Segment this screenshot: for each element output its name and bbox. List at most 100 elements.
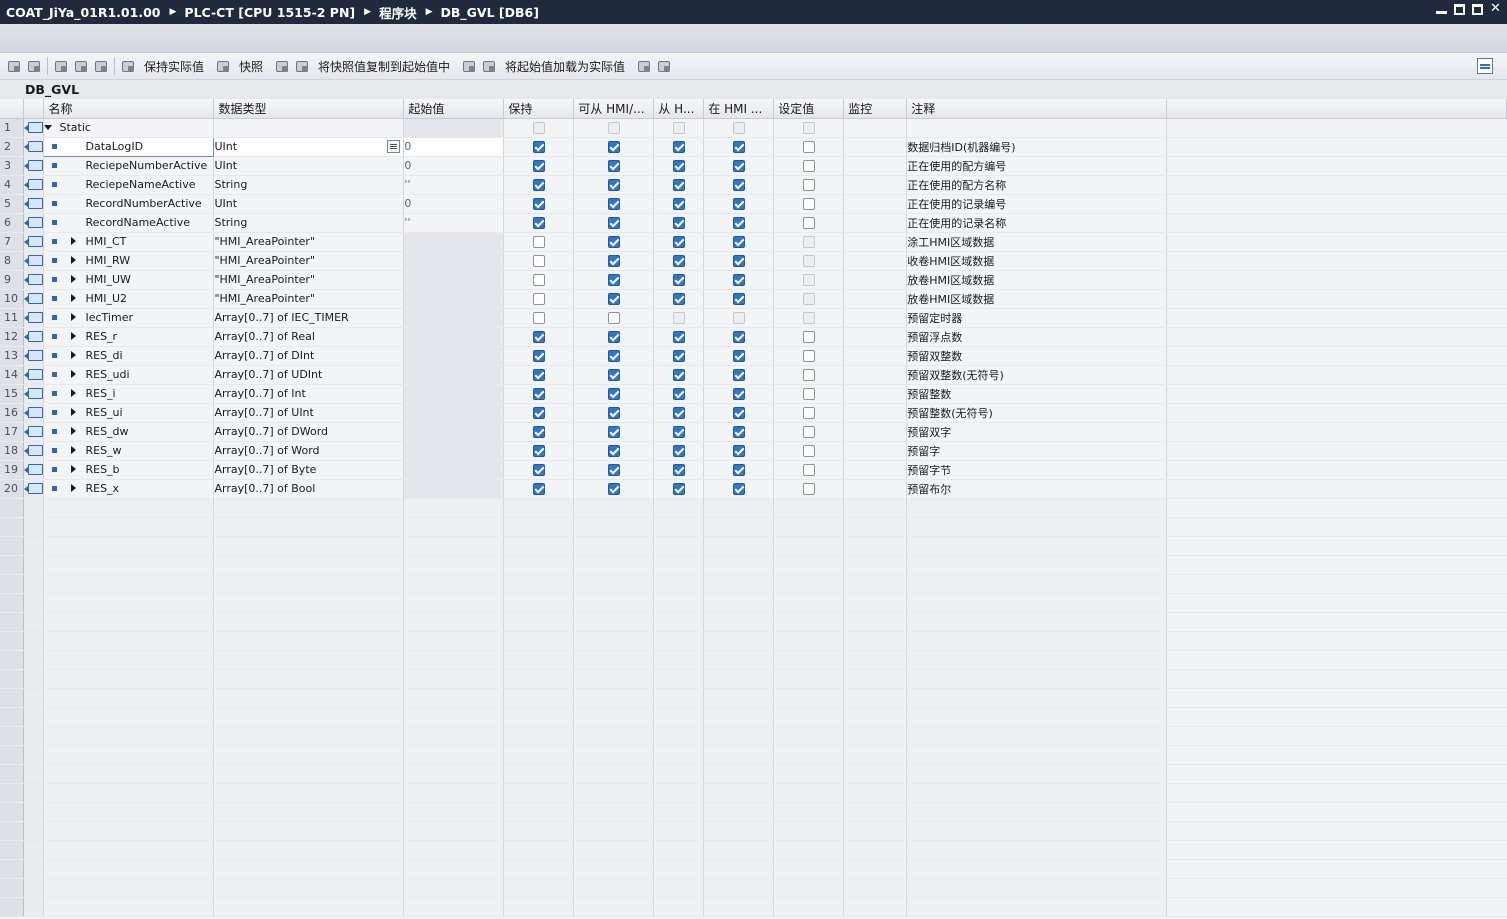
table-row[interactable]: 12 RES_r Array[0..7] of Real 预留浮点数: [0, 327, 1507, 347]
comment-cell[interactable]: 放卷HMI区域数据: [906, 270, 1168, 290]
col-name[interactable]: 名称: [43, 99, 215, 119]
insert-row-icon[interactable]: [6, 58, 22, 74]
row-number[interactable]: 5: [0, 194, 25, 214]
visible-hmi-checkbox[interactable]: [732, 388, 745, 400]
name-cell[interactable]: RES_w: [43, 441, 215, 461]
start-value-cell[interactable]: [403, 384, 505, 404]
table-row[interactable]: 19 RES_b Array[0..7] of Byte 预留字节: [0, 460, 1507, 480]
comment-cell[interactable]: 预留双整数(无符号): [906, 365, 1168, 385]
name-cell[interactable]: RES_b: [43, 460, 215, 480]
name-cell[interactable]: IecTimer: [43, 308, 215, 328]
retain-checkbox[interactable]: [532, 236, 545, 248]
data-type-cell[interactable]: Array[0..7] of DWord: [213, 422, 405, 442]
retain-checkbox[interactable]: [532, 350, 545, 362]
retain-checkbox[interactable]: [532, 274, 545, 286]
row-number[interactable]: 20: [0, 479, 25, 499]
retain-checkbox[interactable]: [532, 217, 545, 229]
col-writable-hmi[interactable]: 从 H...: [653, 99, 705, 119]
table-row[interactable]: 10 HMI_U2 "HMI_AreaPointer" 放卷HMI区域数据: [0, 289, 1507, 309]
start-value-cell[interactable]: [403, 289, 505, 309]
comment-cell[interactable]: 正在使用的配方编号: [906, 156, 1168, 176]
restore-icon[interactable]: [1454, 4, 1465, 15]
setpoint-checkbox[interactable]: [802, 179, 815, 191]
table-row[interactable]: 13 RES_di Array[0..7] of DInt 预留双整数: [0, 346, 1507, 366]
name-cell[interactable]: RecordNameActive: [43, 213, 215, 233]
comment-cell[interactable]: 预留定时器: [906, 308, 1168, 328]
data-type-cell[interactable]: Array[0..7] of UDInt: [213, 365, 405, 385]
start-value-cell[interactable]: [403, 479, 505, 499]
accessible-hmi-checkbox[interactable]: [607, 179, 620, 191]
accessible-hmi-checkbox[interactable]: [607, 483, 620, 495]
data-type-cell[interactable]: String: [213, 213, 405, 233]
writable-hmi-checkbox[interactable]: [672, 369, 685, 381]
visible-hmi-checkbox[interactable]: [732, 274, 745, 286]
setpoint-checkbox[interactable]: [802, 141, 815, 153]
collapse-all-icon[interactable]: [73, 58, 89, 74]
visible-hmi-checkbox[interactable]: [732, 255, 745, 267]
accessible-hmi-checkbox[interactable]: [607, 369, 620, 381]
accessible-hmi-checkbox[interactable]: [607, 426, 620, 438]
expand-all-icon[interactable]: [53, 58, 69, 74]
comment-cell[interactable]: 数据归档ID(机器编号): [906, 137, 1168, 157]
start-value-cell[interactable]: [403, 422, 505, 442]
row-number[interactable]: 19: [0, 460, 25, 480]
col-start-value[interactable]: 起始值: [403, 99, 505, 119]
download-icon[interactable]: [636, 58, 652, 74]
writable-hmi-checkbox[interactable]: [672, 198, 685, 210]
visible-hmi-checkbox[interactable]: [732, 331, 745, 343]
visible-hmi-checkbox[interactable]: [732, 426, 745, 438]
table-row[interactable]: 14 RES_udi Array[0..7] of UDInt 预留双整数(无符号): [0, 365, 1507, 385]
table-row[interactable]: 20 RES_x Array[0..7] of Bool 预留布尔: [0, 479, 1507, 499]
retain-checkbox[interactable]: [532, 198, 545, 210]
writable-hmi-checkbox[interactable]: [672, 483, 685, 495]
data-type-cell[interactable]: UInt: [213, 137, 405, 157]
table-row[interactable]: 6 RecordNameActive String '' 正在使用的记录名称: [0, 213, 1507, 233]
name-cell[interactable]: HMI_RW: [43, 251, 215, 271]
name-cell[interactable]: RES_i: [43, 384, 215, 404]
visible-hmi-checkbox[interactable]: [732, 293, 745, 305]
visible-hmi-checkbox[interactable]: [732, 483, 745, 495]
add-row-icon[interactable]: [26, 58, 42, 74]
row-number[interactable]: 10: [0, 289, 25, 309]
visible-hmi-checkbox[interactable]: [732, 407, 745, 419]
row-number[interactable]: 14: [0, 365, 25, 385]
expand-icon[interactable]: [71, 370, 77, 378]
comment-cell[interactable]: 涂工HMI区域数据: [906, 232, 1168, 252]
writable-hmi-checkbox[interactable]: [672, 255, 685, 267]
table-row[interactable]: 16 RES_ui Array[0..7] of UInt 预留整数(无符号): [0, 403, 1507, 423]
writable-hmi-checkbox[interactable]: [672, 331, 685, 343]
writable-hmi-checkbox[interactable]: [672, 407, 685, 419]
visible-hmi-checkbox[interactable]: [732, 160, 745, 172]
expand-icon[interactable]: [71, 294, 77, 302]
expand-icon[interactable]: [71, 237, 77, 245]
accessible-hmi-checkbox[interactable]: [607, 445, 620, 457]
table-row[interactable]: 15 RES_i Array[0..7] of Int 预留整数: [0, 384, 1507, 404]
accessible-hmi-checkbox[interactable]: [607, 160, 620, 172]
setpoint-checkbox[interactable]: [802, 369, 815, 381]
accessible-hmi-checkbox[interactable]: [607, 388, 620, 400]
copy-all-icon[interactable]: [294, 58, 310, 74]
visible-hmi-checkbox[interactable]: [732, 141, 745, 153]
start-value-cell[interactable]: [403, 460, 505, 480]
minimize-icon[interactable]: [1436, 4, 1447, 14]
visible-hmi-checkbox[interactable]: [732, 198, 745, 210]
writable-hmi-checkbox[interactable]: [672, 350, 685, 362]
name-cell[interactable]: DataLogID: [43, 136, 215, 157]
writable-hmi-checkbox[interactable]: [672, 274, 685, 286]
breadcrumb-project[interactable]: COAT_JiYa_01R1.01.00: [6, 5, 160, 20]
breadcrumb-program-blocks[interactable]: 程序块: [379, 3, 417, 22]
start-value-cell[interactable]: 0: [403, 194, 505, 214]
data-type-cell[interactable]: UInt: [213, 194, 405, 214]
expand-icon[interactable]: [71, 484, 77, 492]
accessible-hmi-checkbox[interactable]: [607, 407, 620, 419]
comment-cell[interactable]: [906, 118, 1168, 138]
table-row[interactable]: 11 IecTimer Array[0..7] of IEC_TIMER 预留定时器: [0, 308, 1507, 328]
accessible-hmi-checkbox[interactable]: [607, 217, 620, 229]
visible-hmi-checkbox[interactable]: [732, 464, 745, 476]
row-number[interactable]: 11: [0, 308, 25, 328]
name-cell[interactable]: HMI_CT: [43, 232, 215, 252]
row-number[interactable]: 1: [0, 118, 25, 138]
comment-cell[interactable]: 收卷HMI区域数据: [906, 251, 1168, 271]
comment-cell[interactable]: 预留字: [906, 441, 1168, 461]
expand-icon[interactable]: [71, 408, 77, 416]
